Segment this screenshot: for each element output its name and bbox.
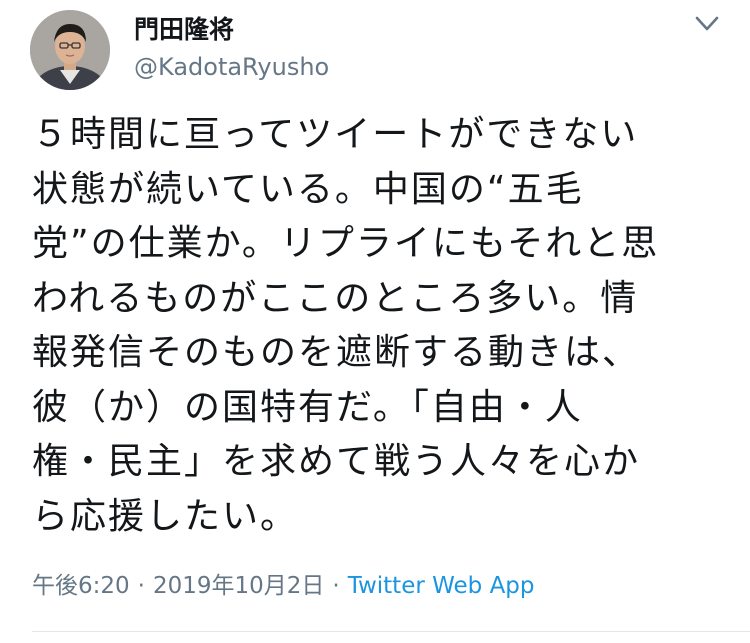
meta-separator: · [332, 573, 340, 599]
tweet: 門田隆将 @KadotaRyusho ５時間に亘ってツイートができない 状態が続… [0, 0, 750, 643]
chevron-down-icon[interactable] [690, 10, 724, 40]
tweet-text-line: ら応援したい。 [32, 495, 299, 537]
tweet-text-line: 報発信そのものを遮断する動きは、 [32, 332, 641, 373]
tweet-meta: 午後6:20 · 2019年10月2日 · Twitter Web App [32, 570, 535, 602]
tweet-source-link[interactable]: Twitter Web App [348, 573, 535, 599]
tweet-text: ５時間に亘ってツイートができない 状態が続いている。中国の“五毛 党”の仕業か。… [32, 108, 732, 544]
divider [32, 631, 750, 632]
tweet-text-line: 彼（か）の国特有だ。「自由・人 [32, 386, 583, 428]
display-name[interactable]: 門田隆将 [134, 14, 234, 46]
tweet-time[interactable]: 午後6:20 [32, 573, 130, 599]
tweet-date[interactable]: 2019年10月2日 [153, 573, 324, 599]
avatar[interactable] [30, 10, 110, 90]
tweet-text-line: 状態が続いている。中国の“五毛 [32, 168, 584, 210]
tweet-text-line: 党”の仕業か。リプライにもそれと思 [32, 223, 660, 264]
meta-separator: · [137, 573, 145, 599]
user-avatar-image [30, 10, 110, 90]
user-handle[interactable]: @KadotaRyusho [134, 52, 329, 82]
tweet-text-line: われるものがここのところ多い。情 [32, 277, 639, 319]
tweet-text-line: 権・民主」を求めて戦う人々を心か [32, 441, 641, 482]
tweet-text-line: ５時間に亘ってツイートができない [32, 114, 639, 155]
